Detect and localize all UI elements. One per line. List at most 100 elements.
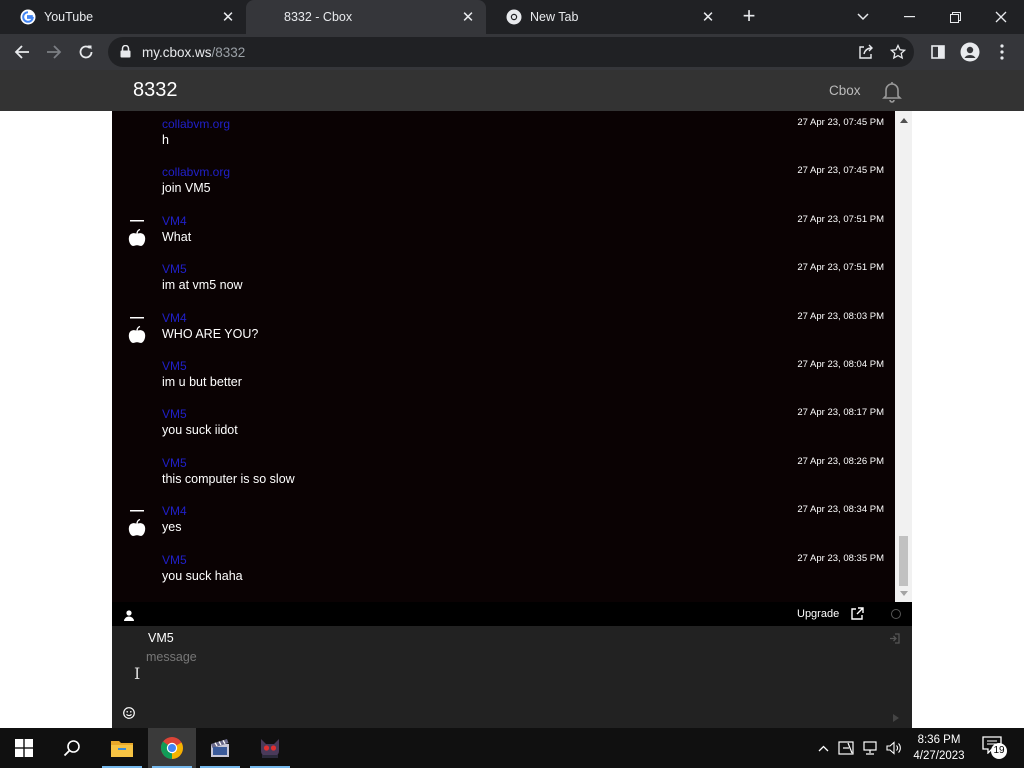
message-list[interactable]: collabvm.org h 27 Apr 23, 07:45 PM colla… [112,111,895,602]
message-text: you suck haha [162,569,243,583]
message-author[interactable]: VM4 [162,311,187,325]
nitw-app-button[interactable] [246,728,294,768]
message-author[interactable]: VM4 [162,504,187,518]
text-cursor-icon: I [134,664,141,683]
message-row: collabvm.org join VM5 27 Apr 23, 07:45 P… [112,159,895,207]
scroll-down-arrow-icon[interactable] [895,586,912,600]
apple-icon [126,510,148,540]
message-time: 27 Apr 23, 07:45 PM [797,117,884,128]
emoji-icon[interactable] [123,706,135,724]
side-panel-icon[interactable] [924,38,952,66]
close-tab-icon[interactable]: ✕ [700,9,716,26]
message-row: VM5 im u but better 27 Apr 23, 08:04 PM [112,353,895,401]
restore-button[interactable] [932,0,978,34]
cbox-link[interactable]: Cbox [829,83,861,98]
profile-icon[interactable] [956,38,984,66]
lock-icon[interactable] [120,44,131,63]
message-row: VM4 WHO ARE YOU? 27 Apr 23, 08:03 PM [112,305,895,353]
bell-icon[interactable] [880,79,904,108]
notification-count-badge: 19 [991,743,1007,759]
url-path: /8332 [211,45,246,60]
tab-label: New Tab [530,10,579,24]
tab-label: 8332 - Cbox [284,10,353,24]
user-icon[interactable] [124,608,134,626]
volume-icon[interactable] [884,728,904,768]
start-button[interactable] [0,728,48,768]
close-tab-icon[interactable]: ✕ [460,9,476,26]
message-input[interactable] [146,650,881,710]
message-text: What [162,230,192,244]
message-author[interactable]: VM5 [162,262,187,276]
search-icon [63,740,80,757]
message-row: VM4 yes 27 Apr 23, 08:34 PM [112,498,895,546]
security-tray-icon[interactable] [836,728,856,768]
tab-cbox[interactable]: 8332 - Cbox ✕ [246,0,486,34]
username-field[interactable]: VM5 [148,631,174,645]
connection-status-icon [891,609,901,619]
message-author[interactable]: VM5 [162,407,187,421]
close-tab-icon[interactable]: ✕ [220,9,236,26]
tab-youtube[interactable]: YouTube ✕ [0,0,246,34]
message-author[interactable]: VM4 [162,214,187,228]
message-text: yes [162,520,182,534]
scrollbar-thumb[interactable] [899,536,908,586]
menu-icon[interactable] [988,38,1016,66]
message-time: 27 Apr 23, 07:45 PM [797,165,884,176]
notification-center-button[interactable]: 19 [980,734,1010,762]
message-author[interactable]: collabvm.org [162,165,230,179]
message-time: 27 Apr 23, 08:17 PM [797,407,884,418]
message-time: 27 Apr 23, 08:26 PM [797,456,884,467]
message-row: VM4 What 27 Apr 23, 07:51 PM [112,208,895,256]
message-scrollbar[interactable] [895,111,912,602]
search-button[interactable] [48,728,96,768]
page-title: 8332 [133,79,178,101]
address-bar[interactable]: my.cbox.ws/8332 [108,37,914,67]
clock-time: 8:36 PM [917,734,961,746]
browser-tabstrip: YouTube ✕ 8332 - Cbox ✕ New Tab ✕ + [0,0,1024,34]
message-time: 27 Apr 23, 08:04 PM [797,359,884,370]
message-time: 27 Apr 23, 08:03 PM [797,311,884,322]
close-window-button[interactable] [978,0,1024,34]
message-author[interactable]: VM5 [162,553,187,567]
message-author[interactable]: VM5 [162,359,187,373]
tab-search-icon[interactable] [840,0,886,34]
apple-icon [126,220,148,250]
video-editor-button[interactable] [196,728,244,768]
chrome-icon [506,9,522,25]
windows-logo-icon [15,739,33,757]
chat-statusbar: Upgrade [112,602,912,626]
taskbar-clock[interactable]: 8:36 PM 4/27/2023 [906,732,972,764]
message-text: h [162,133,169,147]
message-text: you suck iidot [162,423,238,437]
message-row: collabvm.org h 27 Apr 23, 07:45 PM [112,111,895,159]
film-clapper-icon [211,739,229,757]
clock-date: 4/27/2023 [913,750,965,762]
cat-mask-icon [261,739,279,758]
sign-in-icon[interactable] [889,631,900,649]
new-tab-button[interactable]: + [737,5,761,29]
message-text: im u but better [162,375,242,389]
send-arrow-icon[interactable] [893,709,899,727]
show-hidden-icons-chevron-icon[interactable] [814,728,832,768]
message-author[interactable]: collabvm.org [162,117,230,131]
message-row: VM5 you suck haha 27 Apr 23, 08:35 PM [112,547,895,595]
back-button[interactable] [8,38,36,66]
message-text: this computer is so slow [162,472,295,486]
message-author[interactable]: VM5 [162,456,187,470]
bookmark-star-icon[interactable] [884,38,912,66]
reload-button[interactable] [72,38,100,66]
upgrade-link[interactable]: Upgrade [797,608,839,620]
message-time: 27 Apr 23, 07:51 PM [797,262,884,273]
forward-button[interactable] [40,38,68,66]
network-icon[interactable] [860,728,880,768]
tab-new-tab[interactable]: New Tab ✕ [486,0,726,34]
page-content: 8332 Cbox collabvm.org h 27 Apr 23, 07:4… [0,70,1024,728]
url-text: my.cbox.ws/8332 [142,45,245,60]
chrome-taskbar-button[interactable] [148,728,196,768]
minimize-button[interactable] [886,0,932,34]
scroll-up-arrow-icon[interactable] [895,113,912,127]
share-icon[interactable] [852,38,880,66]
taskbar: 8:36 PM 4/27/2023 19 [0,728,1024,768]
popout-icon[interactable] [851,607,864,625]
file-explorer-button[interactable] [98,728,146,768]
